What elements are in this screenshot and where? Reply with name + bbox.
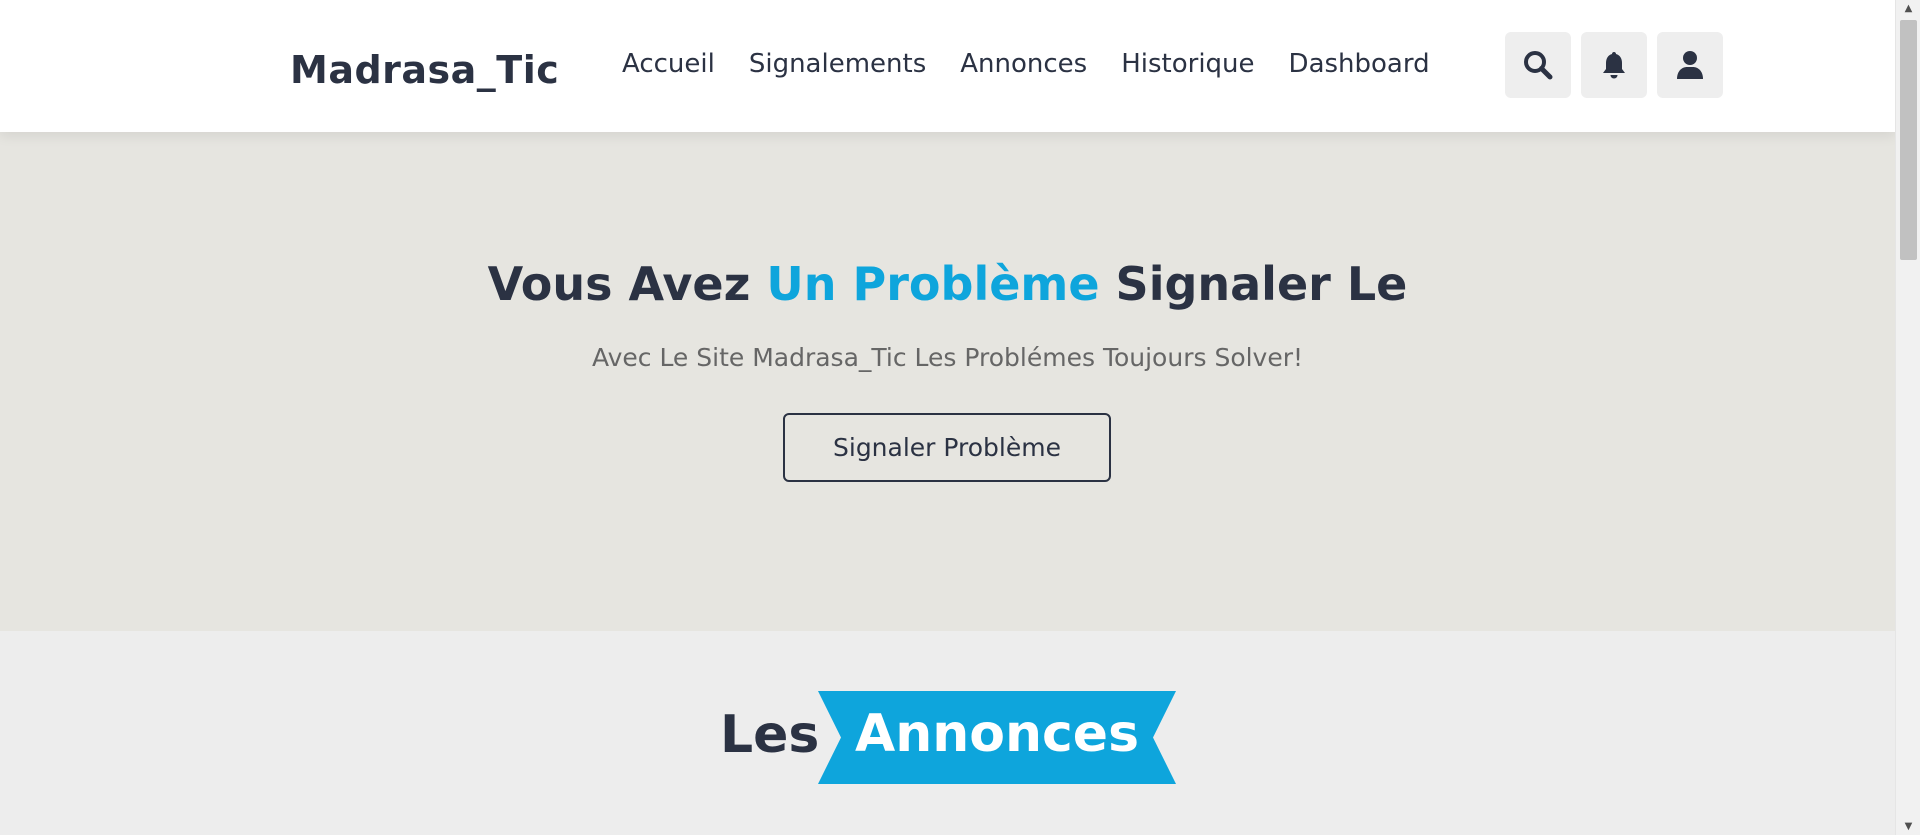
nav-link-annonces[interactable]: Annonces	[960, 49, 1087, 79]
vertical-scrollbar[interactable]: ▲ ▼	[1895, 0, 1920, 835]
main-nav: Accueil Signalements Annonces Historique…	[622, 49, 1464, 79]
scroll-down-arrow[interactable]: ▼	[1896, 818, 1920, 835]
scrollbar-thumb[interactable]	[1900, 20, 1917, 260]
section-heading-ribbon: Annonces	[818, 691, 1176, 784]
top-navbar: Madrasa_Tic Accueil Signalements Annonce…	[0, 0, 1895, 132]
annonces-section: Les Annonces	[0, 631, 1895, 835]
user-icon	[1677, 51, 1703, 79]
site-logo[interactable]: Madrasa_Tic	[290, 48, 559, 92]
search-button[interactable]	[1505, 32, 1571, 98]
scroll-up-arrow[interactable]: ▲	[1896, 0, 1920, 17]
hero-title-start: Vous Avez	[487, 257, 767, 311]
bell-icon	[1603, 52, 1625, 79]
hero-section: Vous Avez Un Problème Signaler Le Avec L…	[0, 132, 1895, 631]
page: Madrasa_Tic Accueil Signalements Annonce…	[0, 0, 1895, 835]
hero-subtitle: Avec Le Site Madrasa_Tic Les Problémes T…	[591, 343, 1304, 372]
search-icon	[1524, 51, 1553, 80]
hero-title-end: Signaler Le	[1099, 257, 1408, 311]
nav-link-dashboard[interactable]: Dashboard	[1289, 49, 1430, 79]
nav-link-historique[interactable]: Historique	[1121, 49, 1254, 79]
nav-link-signalements[interactable]: Signalements	[749, 49, 926, 79]
hero-title-accent: Un Problème	[766, 257, 1100, 311]
section-heading-prefix: Les	[720, 705, 820, 765]
section-heading-title: Annonces	[854, 704, 1140, 764]
notifications-button[interactable]	[1581, 32, 1647, 98]
profile-button[interactable]	[1657, 32, 1723, 98]
report-problem-button[interactable]: Signaler Problème	[783, 413, 1111, 482]
hero-title: Vous Avez Un Problème Signaler Le	[0, 257, 1895, 311]
nav-link-accueil[interactable]: Accueil	[622, 49, 715, 79]
